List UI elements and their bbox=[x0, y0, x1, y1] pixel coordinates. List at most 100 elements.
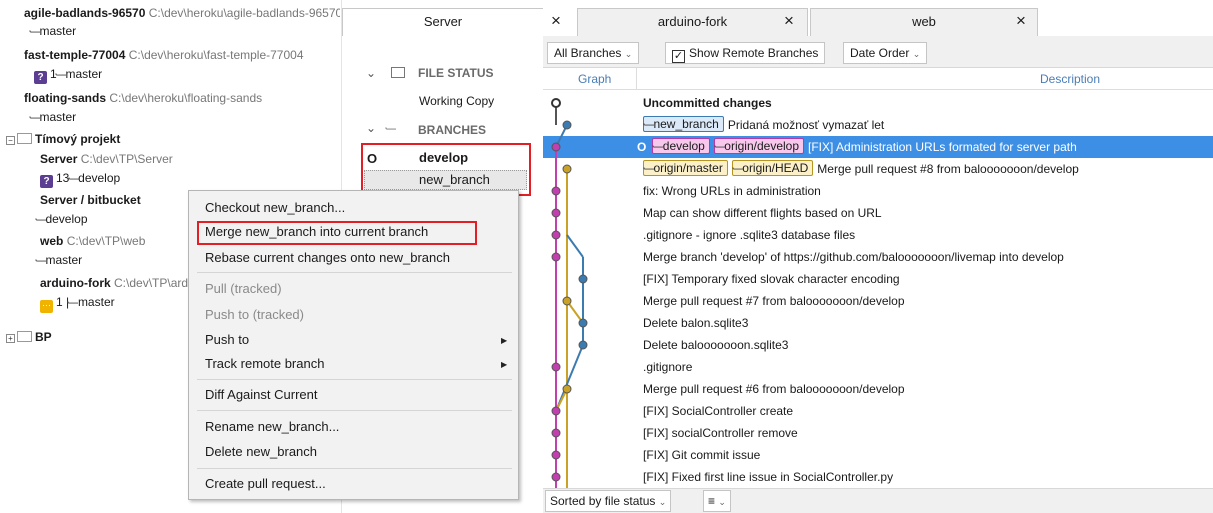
commit-node[interactable] bbox=[551, 142, 561, 152]
commit-row[interactable]: [FIX] socialController remove bbox=[543, 422, 1213, 444]
menu-item-rename[interactable]: Rename new_branch... bbox=[205, 416, 339, 438]
branch-icon: ɭ bbox=[67, 177, 80, 181]
menu-item-checkout[interactable]: Checkout new_branch... bbox=[205, 197, 345, 219]
commit-node[interactable] bbox=[578, 318, 588, 328]
commit-node[interactable] bbox=[551, 428, 561, 438]
commit-message: Uncommitted changes bbox=[643, 96, 772, 110]
chevron-down-icon[interactable]: ⌄ bbox=[366, 121, 376, 135]
commit-row[interactable]: Delete balooooooon.sqlite3 bbox=[543, 334, 1213, 356]
commit-row[interactable]: ɭorigin/master ɭorigin/HEAD Merge pull req… bbox=[543, 158, 1213, 180]
branch-label[interactable]: ɭorigin/master bbox=[643, 160, 728, 176]
close-icon[interactable]: × bbox=[1016, 12, 1026, 29]
branches-header[interactable]: BRANCHES bbox=[418, 123, 486, 137]
commit-node[interactable] bbox=[578, 340, 588, 350]
commit-row[interactable]: fix: Wrong URLs in administration bbox=[543, 180, 1213, 202]
checkmark-icon[interactable]: ✓ bbox=[672, 50, 685, 63]
graph-edge bbox=[566, 234, 584, 258]
commit-message: [FIX] Temporary fixed slovak character e… bbox=[643, 272, 900, 286]
commit-node[interactable] bbox=[551, 406, 561, 416]
commit-node[interactable] bbox=[551, 362, 561, 372]
tab-server[interactable]: Server bbox=[342, 8, 544, 36]
chevron-down-icon[interactable]: ⌄ bbox=[366, 66, 376, 80]
commit-row[interactable]: Delete balon.sqlite3 bbox=[543, 312, 1213, 334]
commit-node[interactable] bbox=[562, 384, 572, 394]
group-timovy-projekt[interactable]: − Tímový projekt bbox=[6, 132, 120, 146]
commit-row[interactable]: Uncommitted changes bbox=[543, 92, 1213, 114]
commit-row[interactable]: ɭnew_branch Pridaná možnosť vymazať let bbox=[543, 114, 1213, 136]
commit-history: Graph Description Uncommitted changes ɭne… bbox=[543, 68, 1213, 488]
commit-description: Map can show different flights based on … bbox=[643, 202, 882, 224]
commit-message: Delete balon.sqlite3 bbox=[643, 316, 749, 330]
repo-agile-badlands[interactable]: agile-badlands-96570 C:\dev\heroku\agile… bbox=[24, 6, 340, 20]
branch-label[interactable]: ɭorigin/HEAD bbox=[731, 160, 814, 176]
repo-status: ? 13 ɭdevelop bbox=[40, 171, 120, 188]
graph-column-header[interactable]: Graph bbox=[578, 72, 611, 86]
commit-row[interactable]: [FIX] Git commit issue bbox=[543, 444, 1213, 466]
chevron-down-icon: ⌄ bbox=[624, 49, 633, 59]
commit-message: Map can show different flights based on … bbox=[643, 206, 882, 220]
column-divider[interactable] bbox=[636, 68, 637, 90]
view-options-button[interactable]: ≡ ⌄ bbox=[703, 490, 731, 512]
menu-item-diff[interactable]: Diff Against Current bbox=[205, 384, 317, 406]
commit-description: [FIX] Git commit issue bbox=[643, 444, 760, 466]
menu-item-push-to[interactable]: Push to bbox=[205, 329, 249, 351]
commit-description: ɭnew_branch Pridaná možnosť vymazať let bbox=[643, 114, 884, 136]
branch-context-menu: Checkout new_branch... Merge new_branch … bbox=[188, 190, 519, 500]
commit-row[interactable]: .gitignore - ignore .sqlite3 database fi… bbox=[543, 224, 1213, 246]
commit-node[interactable] bbox=[551, 186, 561, 196]
menu-item-rebase[interactable]: Rebase current changes onto new_branch bbox=[205, 247, 450, 269]
commit-message: [FIX] Administration URLs formated for s… bbox=[808, 140, 1077, 154]
description-column-header[interactable]: Description bbox=[1040, 72, 1100, 86]
history-header: Graph Description bbox=[543, 68, 1213, 90]
menu-item-create-pr[interactable]: Create pull request... bbox=[205, 473, 326, 495]
commit-row[interactable]: [FIX] Fixed first line issue in SocialCo… bbox=[543, 466, 1213, 488]
menu-item-delete[interactable]: Delete new_branch bbox=[205, 441, 317, 463]
commit-node[interactable] bbox=[562, 120, 572, 130]
tab-web[interactable]: web bbox=[810, 8, 1038, 36]
branch-label[interactable]: ɭnew_branch bbox=[643, 116, 724, 132]
commit-description: Delete balooooooon.sqlite3 bbox=[643, 334, 788, 356]
branch-label[interactable]: ɭorigin/develop bbox=[713, 138, 805, 154]
commit-graph bbox=[551, 98, 588, 488]
order-dropdown[interactable]: Date Order ⌄ bbox=[843, 42, 928, 64]
commit-row[interactable]: Merge pull request #6 from balooooooon/d… bbox=[543, 378, 1213, 400]
file-status-header[interactable]: FILE STATUS bbox=[418, 66, 494, 80]
close-icon[interactable]: × bbox=[784, 12, 794, 29]
show-remote-branches-checkbox[interactable]: ✓ Show Remote Branches bbox=[665, 42, 826, 64]
working-copy-item[interactable]: Working Copy bbox=[419, 94, 494, 108]
repo-server[interactable]: Server C:\dev\TP\Server bbox=[40, 152, 356, 166]
group-bp[interactable]: + BP bbox=[6, 330, 52, 344]
repo-floating-sands[interactable]: floating-sands C:\dev\heroku\floating-sa… bbox=[24, 91, 340, 105]
commit-row[interactable]: [FIX] SocialController create bbox=[543, 400, 1213, 422]
commit-row[interactable]: Merge pull request #7 from balooooooon/d… bbox=[543, 290, 1213, 312]
chevron-down-icon: ⌄ bbox=[658, 497, 667, 507]
branch-label-text: origin/develop bbox=[724, 139, 800, 153]
commit-node[interactable] bbox=[562, 164, 572, 174]
commit-row[interactable]: [FIX] Temporary fixed slovak character e… bbox=[543, 268, 1213, 290]
commit-node[interactable] bbox=[551, 252, 561, 262]
branch-icon: ɭ bbox=[652, 145, 665, 149]
commit-row[interactable]: Merge branch 'develop' of https://github… bbox=[543, 246, 1213, 268]
commit-node[interactable] bbox=[551, 208, 561, 218]
branch-label[interactable]: ɭdevelop bbox=[652, 138, 710, 154]
commit-node[interactable] bbox=[562, 296, 572, 306]
commit-row[interactable]: .gitignore bbox=[543, 356, 1213, 378]
menu-item-track-remote[interactable]: Track remote branch bbox=[205, 353, 324, 375]
commit-node[interactable] bbox=[578, 274, 588, 284]
close-icon[interactable]: × bbox=[551, 12, 561, 29]
commit-node[interactable] bbox=[551, 98, 561, 108]
commit-node[interactable] bbox=[551, 450, 561, 460]
repo-status: ··· 1 | ɭmaster bbox=[40, 295, 115, 313]
sort-dropdown[interactable]: Sorted by file status ⌄ bbox=[545, 490, 672, 512]
repo-branch: ɭmaster bbox=[29, 24, 77, 38]
commit-row[interactable]: Oɭdevelop ɭorigin/develop [FIX] Administra… bbox=[543, 136, 1213, 158]
commit-node[interactable] bbox=[551, 472, 561, 482]
expand-icon[interactable]: + bbox=[6, 334, 15, 343]
chevron-down-icon: ⌄ bbox=[718, 497, 726, 507]
branches-filter-dropdown[interactable]: All Branches ⌄ bbox=[547, 42, 640, 64]
commit-node[interactable] bbox=[551, 230, 561, 240]
collapse-icon[interactable]: − bbox=[6, 136, 15, 145]
commit-row[interactable]: Map can show different flights based on … bbox=[543, 202, 1213, 224]
tab-arduino-fork[interactable]: arduino-fork bbox=[577, 8, 808, 36]
repo-fast-temple[interactable]: fast-temple-77004 C:\dev\heroku\fast-tem… bbox=[24, 48, 340, 62]
